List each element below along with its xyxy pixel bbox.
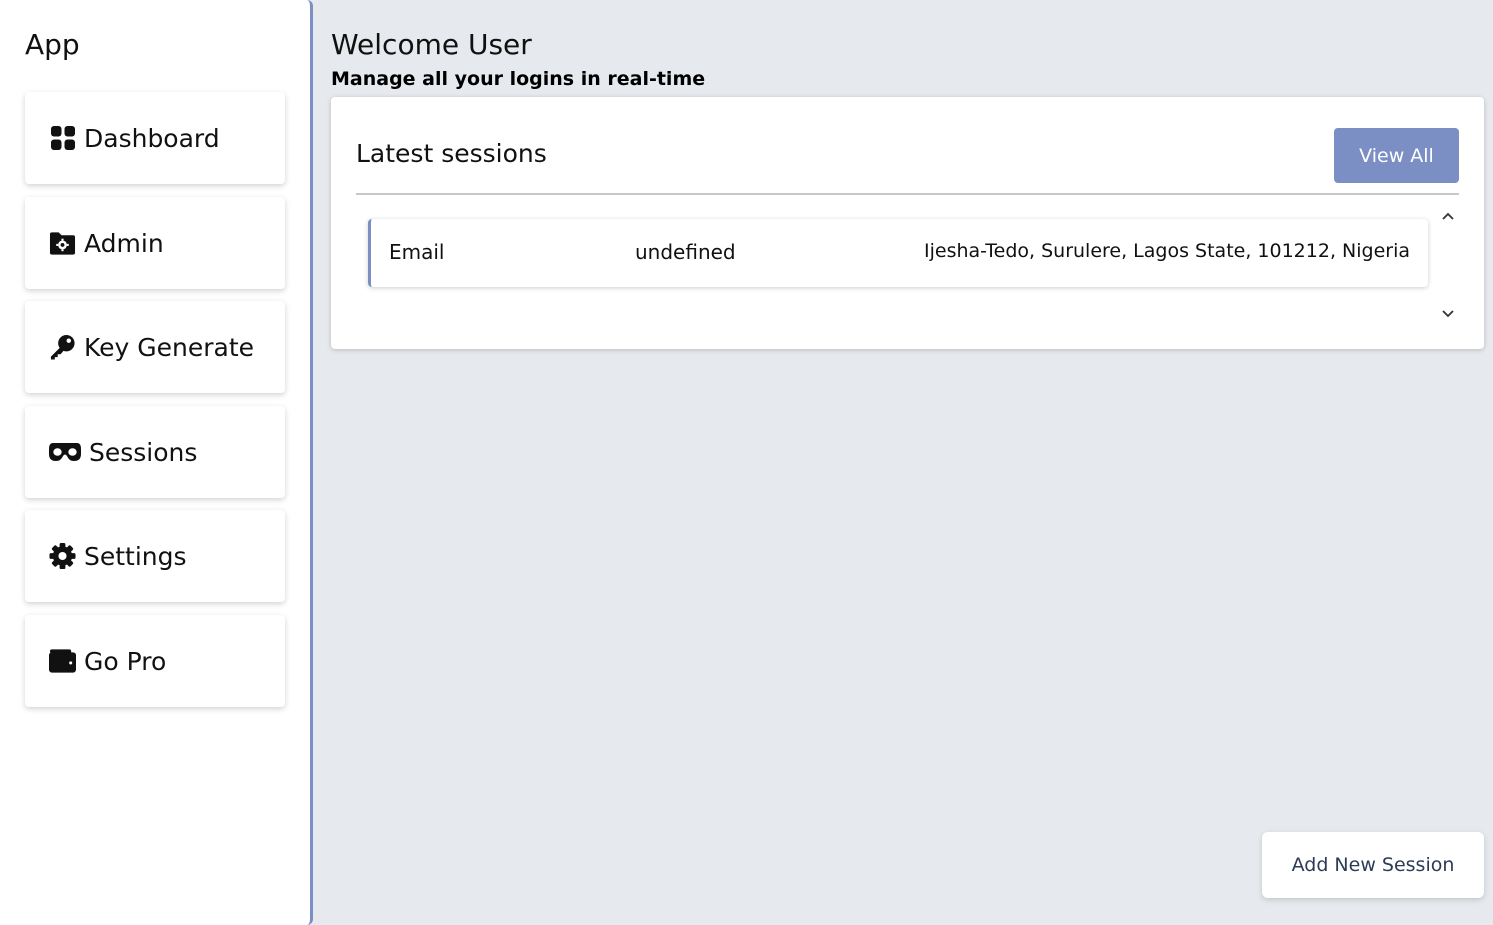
card-title: Latest sessions — [356, 139, 547, 168]
session-list-scrollbar[interactable] — [1437, 207, 1459, 323]
page-title: Welcome User — [331, 28, 532, 61]
wallet-icon — [49, 648, 76, 675]
dashboard-grid-icon — [49, 125, 76, 152]
sidebar-item-label: Key Generate — [84, 332, 255, 362]
sidebar-item-sessions[interactable]: Sessions — [25, 406, 285, 498]
sidebar-item-label: Dashboard — [84, 123, 220, 153]
view-all-button[interactable]: View All — [1334, 128, 1459, 183]
sidebar-item-dashboard[interactable]: Dashboard — [25, 92, 285, 184]
latest-sessions-card: Latest sessions View All Email undefined… — [331, 97, 1484, 349]
sidebar-item-label: Sessions — [89, 437, 198, 467]
sidebar-item-go-pro[interactable]: Go Pro — [25, 615, 285, 707]
gear-icon — [49, 542, 76, 570]
sidebar-item-label: Settings — [84, 541, 187, 571]
sidebar-item-admin[interactable]: Admin — [25, 197, 285, 289]
scroll-up-icon[interactable] — [1437, 207, 1459, 225]
session-row[interactable]: Email undefined Ijesha-Tedo, Surulere, L… — [368, 219, 1428, 287]
folder-gear-icon — [49, 230, 76, 257]
mask-icon — [49, 439, 81, 466]
page-subtitle: Manage all your logins in real-time — [331, 68, 706, 90]
session-type: Email — [389, 240, 445, 264]
session-list: Email undefined Ijesha-Tedo, Surulere, L… — [368, 219, 1428, 289]
sidebar-item-settings[interactable]: Settings — [25, 510, 285, 602]
scroll-down-icon[interactable] — [1437, 305, 1459, 323]
divider — [356, 193, 1459, 195]
sidebar-item-label: Go Pro — [84, 646, 167, 676]
sidebar: App Dashboard Admin Key Generate Session… — [0, 0, 313, 925]
key-icon — [49, 334, 76, 361]
app-title: App — [25, 28, 80, 61]
sidebar-item-key-generate[interactable]: Key Generate — [25, 301, 285, 393]
session-location: Ijesha-Tedo, Surulere, Lagos State, 1012… — [924, 240, 1410, 262]
add-new-session-button[interactable]: Add New Session — [1262, 832, 1484, 898]
sidebar-item-label: Admin — [84, 228, 164, 258]
session-device: undefined — [635, 240, 736, 264]
